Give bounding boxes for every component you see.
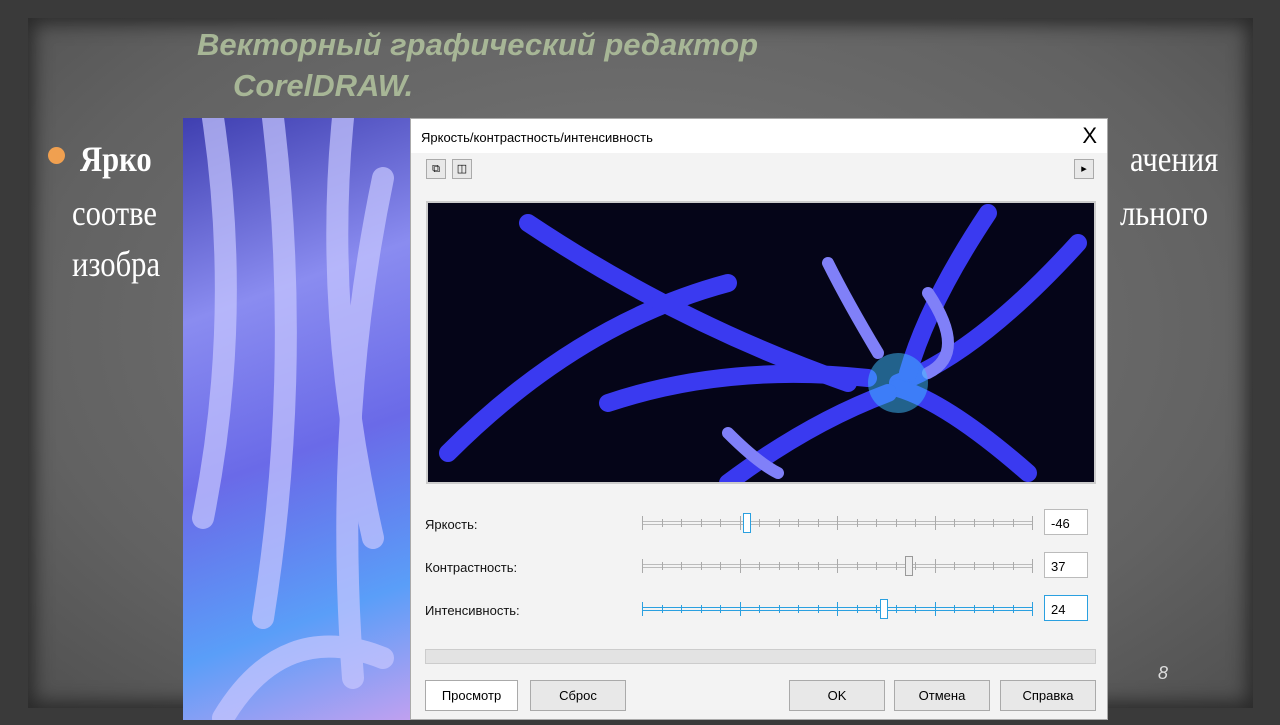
slider-tick	[778, 562, 780, 570]
slider-tick	[954, 605, 955, 613]
slider-tick	[720, 605, 721, 613]
slider-tick	[700, 562, 702, 570]
slider-tick	[700, 605, 702, 613]
slider-tick	[661, 519, 663, 527]
slider-tick	[876, 605, 877, 613]
slider-tick	[856, 519, 858, 527]
slider-tick	[1012, 605, 1014, 613]
help-button[interactable]: Справка	[1000, 680, 1096, 711]
slider-tick	[837, 602, 838, 616]
slider-tick	[934, 516, 936, 530]
slider-tick	[681, 605, 682, 613]
slider-tick	[720, 562, 721, 570]
slide-text: ачения	[1130, 139, 1219, 179]
slider-tick	[876, 519, 877, 527]
slider-tick	[681, 562, 682, 570]
slider-tick	[642, 602, 643, 616]
close-button[interactable]: X	[1082, 123, 1097, 149]
brightness-contrast-dialog: Яркость/контрастность/интенсивность X ⧉ …	[410, 118, 1108, 720]
slider-tick	[720, 519, 721, 527]
original-image	[183, 107, 411, 725]
slider-tick	[700, 519, 702, 527]
slider-tick	[798, 562, 799, 570]
split-view-icon[interactable]: ◫	[452, 159, 472, 179]
slide-text: изобра	[72, 244, 161, 284]
slider-tick	[954, 519, 955, 527]
slide-text: соотве	[72, 193, 158, 233]
intensity-label: Интенсивность:	[425, 603, 520, 618]
slider-tick	[817, 562, 819, 570]
dialog-title: Яркость/контрастность/интенсивность	[411, 119, 1107, 153]
slider-tick	[973, 519, 975, 527]
slider-tick	[915, 562, 916, 570]
slider-tick	[973, 562, 975, 570]
slider-tick	[837, 516, 838, 530]
slider-tick	[954, 562, 955, 570]
intensity-value-input[interactable]: 24	[1044, 595, 1088, 621]
slider-tick	[1032, 516, 1033, 530]
slider-tick	[1012, 519, 1014, 527]
slider-tick	[661, 605, 663, 613]
preview-button[interactable]: Просмотр	[425, 680, 518, 711]
slider-tick	[895, 605, 897, 613]
intensity-slider-thumb[interactable]	[879, 599, 888, 619]
contrast-slider[interactable]	[642, 556, 1033, 576]
slider-tick	[739, 516, 741, 530]
intensity-slider[interactable]	[642, 599, 1033, 619]
slider-tick	[1012, 562, 1014, 570]
compare-view-icon[interactable]: ⧉	[426, 159, 446, 179]
slider-tick	[993, 605, 994, 613]
slider-tick	[798, 519, 799, 527]
slider-tick	[817, 519, 819, 527]
brightness-value-input[interactable]: -46	[1044, 509, 1088, 535]
preview-image	[426, 201, 1096, 484]
contrast-slider-thumb[interactable]	[905, 556, 914, 576]
cancel-button[interactable]: Отмена	[894, 680, 990, 711]
slider-tick	[759, 519, 760, 527]
slider-tick	[817, 605, 819, 613]
slider-tick	[895, 519, 897, 527]
slider-tick	[915, 605, 916, 613]
slider-tick	[661, 562, 663, 570]
slide-text: льного	[1120, 193, 1209, 233]
slider-tick	[681, 519, 682, 527]
slider-tick	[993, 519, 994, 527]
brightness-slider-thumb[interactable]	[743, 513, 752, 533]
slider-tick	[778, 519, 780, 527]
expand-arrow-icon[interactable]: ▸	[1074, 159, 1094, 179]
slide-title-line1: Векторный графический редактор	[197, 27, 759, 62]
ok-button[interactable]: OK	[789, 680, 885, 711]
slider-tick	[642, 516, 643, 530]
slider-tick	[1032, 602, 1033, 616]
brightness-label: Яркость:	[425, 517, 478, 532]
slider-tick	[915, 519, 916, 527]
slider-tick	[778, 605, 780, 613]
slider-tick	[759, 562, 760, 570]
page-number: 8	[1158, 663, 1169, 683]
bullet-icon	[48, 147, 65, 164]
slider-tick	[739, 602, 741, 616]
slider-tick	[895, 562, 897, 570]
progress-bar	[425, 649, 1096, 664]
slider-tick	[856, 562, 858, 570]
slider-tick	[856, 605, 858, 613]
slide-title-line2: CorelDRAW.	[233, 68, 414, 103]
slider-tick	[642, 559, 643, 573]
slider-tick	[973, 605, 975, 613]
slider-tick	[934, 559, 936, 573]
reset-button[interactable]: Сброс	[530, 680, 626, 711]
slider-tick	[739, 559, 741, 573]
slider-tick	[837, 559, 838, 573]
slider-tick	[1032, 559, 1033, 573]
slider-tick	[993, 562, 994, 570]
slider-tick	[798, 605, 799, 613]
slider-tick	[759, 605, 760, 613]
slider-tick	[876, 562, 877, 570]
contrast-value-input[interactable]: 37	[1044, 552, 1088, 578]
contrast-label: Контрастность:	[425, 560, 518, 575]
slide-text: Ярко	[80, 139, 152, 179]
slider-tick	[934, 602, 936, 616]
brightness-slider[interactable]	[642, 513, 1033, 533]
